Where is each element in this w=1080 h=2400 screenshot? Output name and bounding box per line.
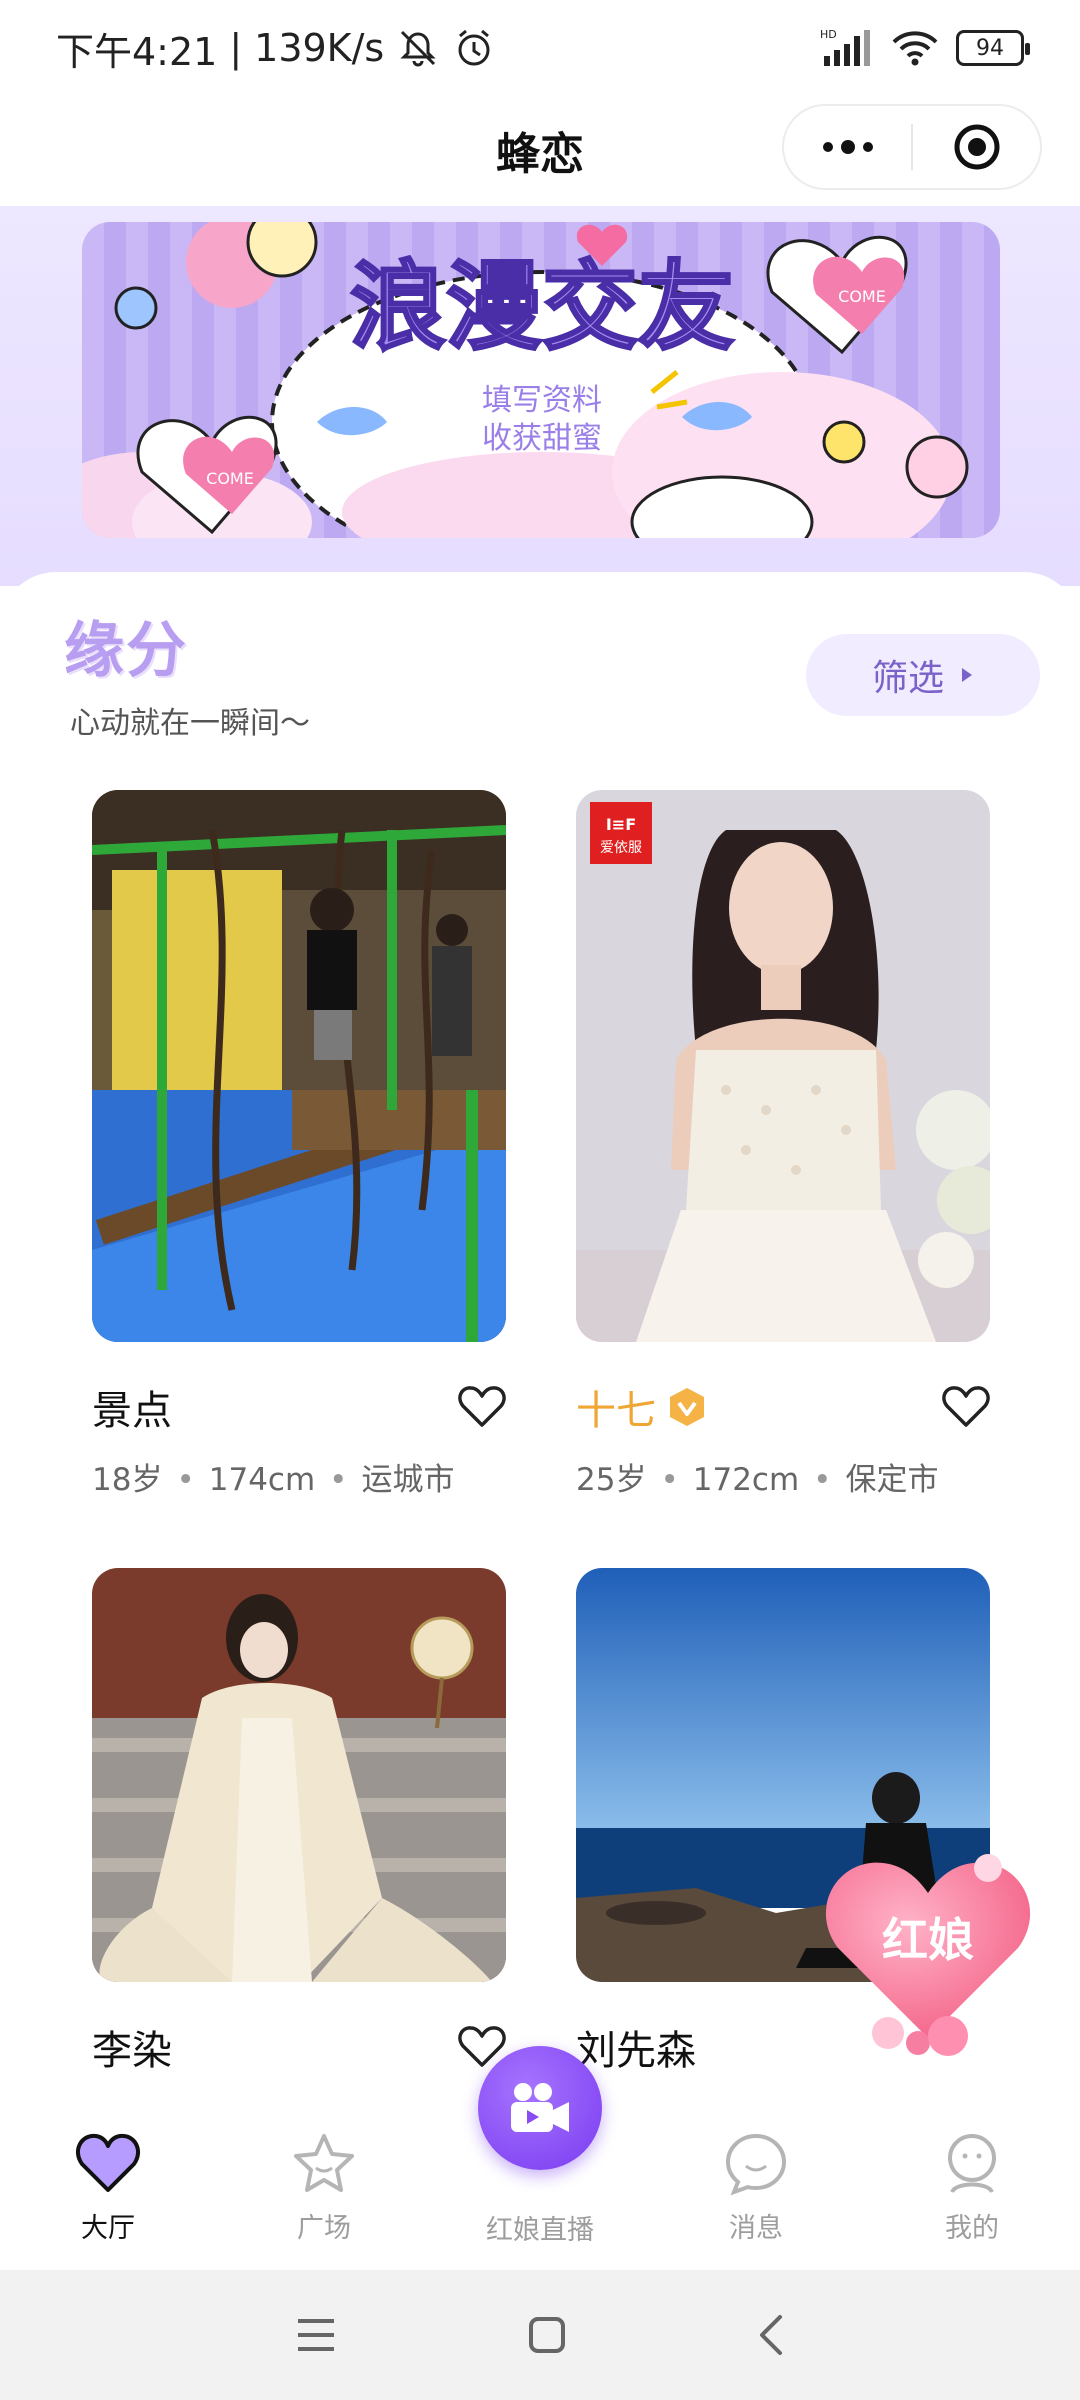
more-button[interactable] — [784, 106, 911, 188]
profile-photo[interactable] — [92, 790, 506, 1342]
profile-age: 25岁 — [576, 1462, 647, 1498]
svg-text:I≡F: I≡F — [606, 815, 636, 834]
promo-banner[interactable]: 浪漫交友 填写资料 收获甜蜜 COME COME — [82, 222, 1000, 538]
profile-city: 保定市 — [845, 1462, 939, 1498]
banner-line2: 收获甜蜜 — [482, 421, 602, 456]
target-close-icon — [954, 124, 999, 170]
profile-height: 172cm — [692, 1462, 800, 1498]
tab-label: 大厅 — [81, 2213, 135, 2244]
info-dot: • — [660, 1462, 679, 1498]
signal-icon: HD — [820, 28, 870, 66]
back-icon[interactable] — [756, 2313, 786, 2357]
banner-headline: 浪漫交友 — [350, 251, 734, 363]
like-heart-icon[interactable] — [458, 1385, 506, 1429]
name-row: 十七 — [576, 1378, 990, 1436]
profile-info: 18岁 • 174cm • 运城市 — [92, 1454, 506, 1499]
profile-name: 刘先森 — [576, 2028, 696, 2074]
profile-height: 174cm — [208, 1462, 316, 1498]
profile-name-row: 十七 — [576, 1378, 706, 1436]
like-heart-icon[interactable] — [942, 1385, 990, 1429]
banner-area: 浪漫交友 填写资料 收获甜蜜 COME COME — [0, 206, 1080, 586]
video-camera-icon — [511, 2083, 569, 2132]
status-right: HD 94 — [820, 28, 1030, 68]
profile-info: 25岁 • 172cm • 保定市 — [576, 1454, 990, 1499]
mute-bell-icon — [400, 30, 436, 67]
info-dot: • — [813, 1462, 832, 1498]
profile-card[interactable]: 李染 — [92, 1568, 506, 2076]
profile-name: 十七 — [576, 1388, 656, 1434]
info-dot: • — [176, 1462, 195, 1498]
profile-card[interactable]: 景点 18岁 • 174cm • 运城市 — [92, 790, 506, 1499]
section-subtitle: 心动就在一瞬间～ — [70, 706, 310, 741]
svg-text:爱依服: 爱依服 — [600, 840, 642, 856]
banner-art: 浪漫交友 填写资料 收获甜蜜 COME COME — [82, 222, 969, 538]
wifi-icon — [892, 31, 938, 66]
verified-badge-icon — [670, 1388, 704, 1426]
name-row: 景点 — [92, 1378, 506, 1436]
home-icon[interactable] — [527, 2315, 567, 2355]
filter-label: 筛选 — [871, 658, 944, 699]
status-bar: 下午4:21 | 139K/s HD 94 — [0, 0, 1080, 96]
person-icon — [948, 2134, 996, 2194]
info-dot: • — [329, 1462, 348, 1498]
filter-button[interactable]: 筛选 — [806, 634, 1040, 716]
battery-icon: 94 — [956, 30, 1030, 66]
profile-name: 景点 — [92, 1388, 172, 1434]
miniapp-capsule — [782, 104, 1042, 190]
tab-messages[interactable]: 消息 — [676, 2130, 836, 2245]
matchmaker-float-button[interactable]: 红娘 — [808, 1838, 1048, 2068]
banner-line1: 填写资料 — [482, 383, 602, 418]
menu-icon[interactable] — [294, 2315, 338, 2355]
star-icon — [294, 2134, 354, 2192]
tab-label: 我的 — [945, 2213, 999, 2244]
tab-label: 消息 — [729, 2213, 783, 2244]
profile-age: 18岁 — [92, 1462, 163, 1498]
system-nav-bar — [0, 2270, 1080, 2400]
more-dots-icon — [822, 140, 873, 154]
caret-right-icon — [962, 668, 972, 682]
alarm-icon — [458, 29, 490, 66]
battery-level: 94 — [976, 35, 1004, 61]
matchmaker-label: 红娘 — [882, 1913, 974, 1967]
chat-bubble-icon — [725, 2133, 787, 2196]
svg-text:COME: COME — [206, 469, 254, 488]
tab-square[interactable]: 广场 — [244, 2130, 404, 2245]
profile-photo[interactable]: I≡F 爱依服 — [576, 790, 990, 1342]
name-row: 李染 — [92, 2018, 506, 2076]
profile-name: 李染 — [92, 2028, 172, 2074]
tab-mine[interactable]: 我的 — [892, 2130, 1052, 2245]
heart-icon — [76, 2133, 140, 2192]
svg-text:COME: COME — [838, 287, 886, 306]
close-miniapp-button[interactable] — [913, 106, 1040, 188]
svg-text:HD: HD — [820, 28, 837, 41]
come-heart-right: COME — [766, 235, 908, 355]
tab-hall[interactable]: 大厅 — [28, 2130, 188, 2245]
profile-photo[interactable] — [92, 1568, 506, 1982]
profile-city: 运城市 — [361, 1462, 455, 1498]
profile-card[interactable]: I≡F 爱依服 十七 25岁 • 172cm • 保定市 — [576, 790, 990, 1499]
section-title: 缘分 — [64, 616, 188, 686]
status-left: 下午4:21 | 139K/s — [56, 21, 496, 76]
title-bar: 蜂恋 — [0, 96, 1080, 206]
status-separator: | — [229, 26, 243, 70]
live-button[interactable] — [478, 2046, 602, 2170]
status-time: 下午4:21 — [56, 29, 218, 74]
live-tab-label: 红娘直播 — [486, 2215, 594, 2246]
tab-label: 广场 — [297, 2213, 351, 2244]
network-speed: 139K/s — [254, 26, 385, 70]
